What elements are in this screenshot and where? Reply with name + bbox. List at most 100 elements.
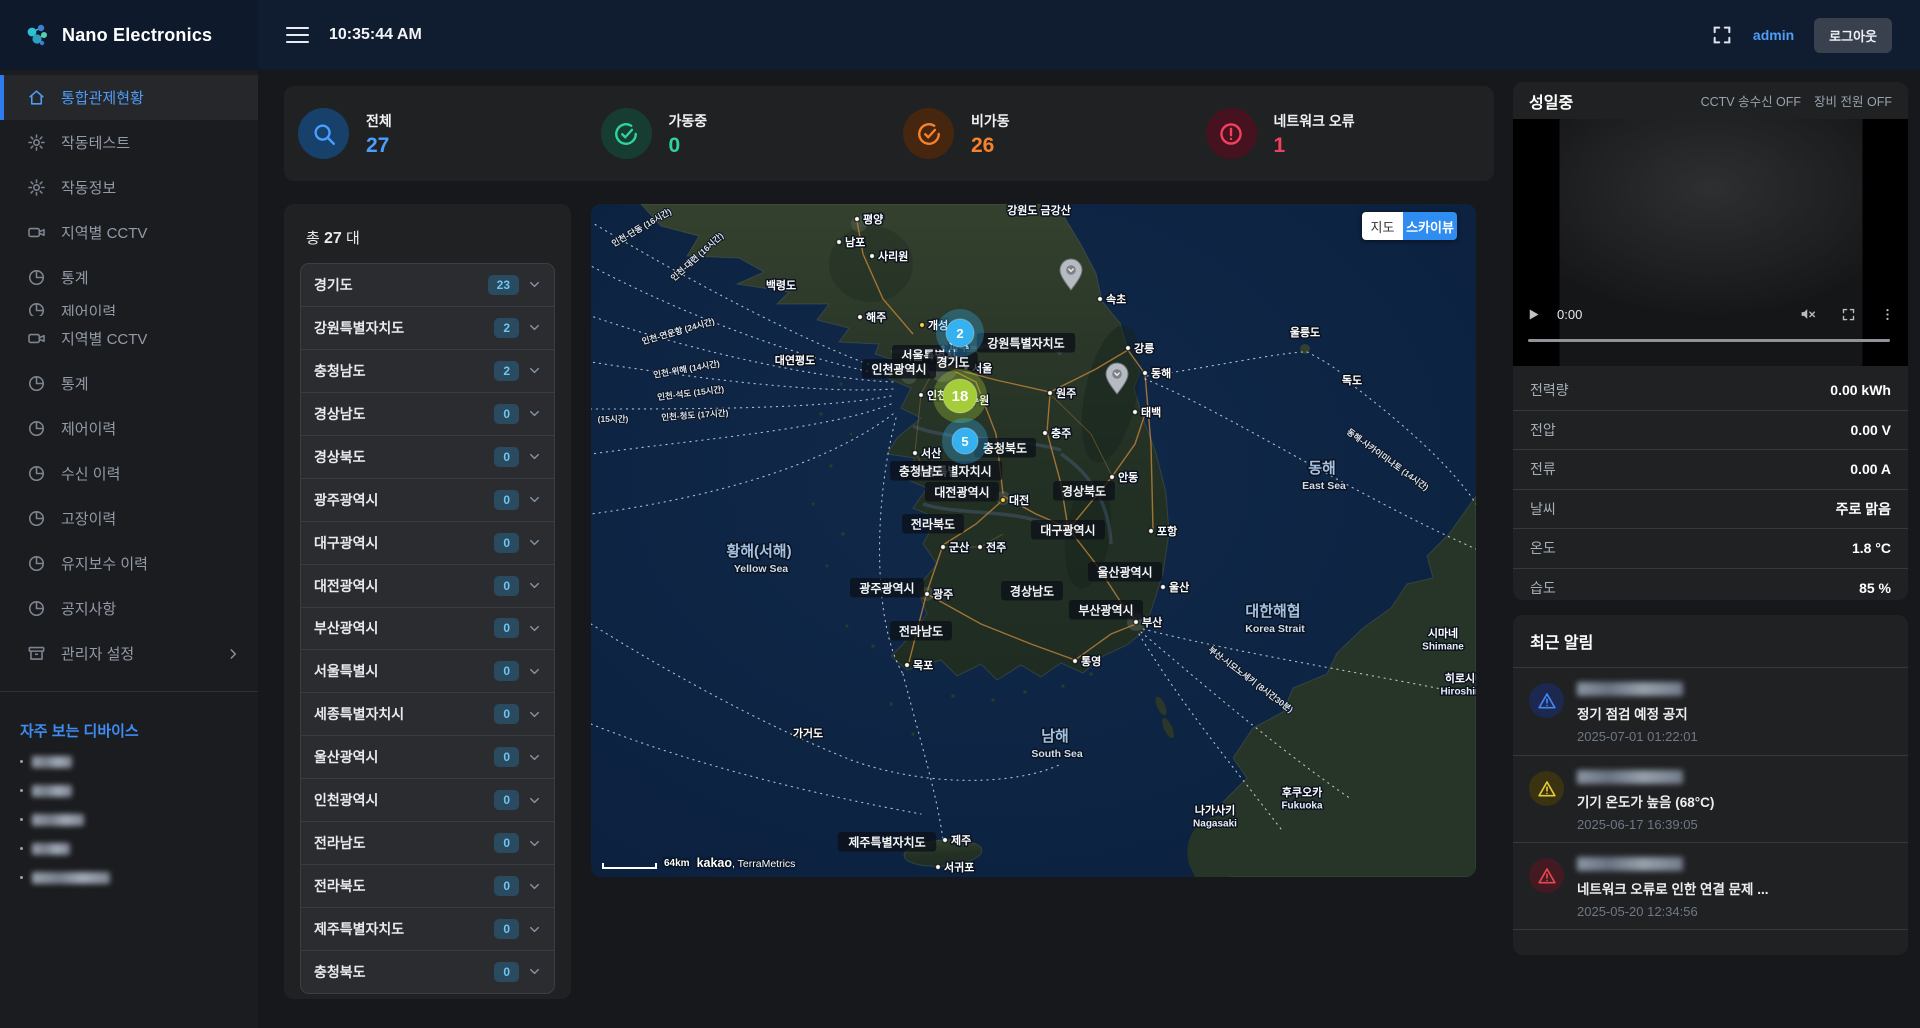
svg-text:충청남도: 충청남도 [899,464,943,479]
device-cluster-marker[interactable]: 5 [942,418,988,464]
device-cluster-marker[interactable]: 18 [933,369,987,423]
skyview-button[interactable]: 스카이뷰 [1403,212,1457,240]
chevron-down-icon [528,708,541,721]
city-label: 군산 [949,540,969,554]
username[interactable]: admin [1753,27,1794,43]
city-label: 사리원 [878,249,908,263]
city-dot [1160,584,1165,589]
map-view-button[interactable]: 지도 [1362,212,1403,240]
sidebar-item[interactable]: 통계 [0,255,258,300]
fullscreen-icon[interactable] [1711,24,1733,46]
svg-text:인천광역시: 인천광역시 [871,362,926,377]
region-row[interactable]: 대전광역시 0 [301,564,554,607]
region-name: 전라북도 [314,876,485,896]
sidebar-item-label: 관리자 설정 [61,643,211,664]
play-icon[interactable] [1526,307,1541,322]
sidebar-item[interactable]: 제어이력 [0,406,258,451]
sidebar-item[interactable]: 작동정보 [0,165,258,210]
region-row[interactable]: 강원특별자치도 2 [301,306,554,349]
region-row[interactable]: 울산광역시 0 [301,735,554,778]
video-player[interactable]: 0:00 [1513,119,1908,366]
notification-item[interactable]: 기기 온도가 높음 (68°C) 2025-06-17 16:39:05 [1513,755,1908,842]
region-row[interactable]: 전라남도 0 [301,821,554,864]
region-row[interactable]: 광주광역시 0 [301,478,554,521]
sidebar-item[interactable]: 수신 이력 [0,451,258,496]
metric-row: 전력량 0.00 kWh [1513,371,1908,410]
sidebar-item[interactable]: 유지보수 이력 [0,541,258,586]
metric-label: 전력량 [1530,380,1830,400]
metric-row: 전류 0.00 A [1513,449,1908,489]
region-row[interactable]: 세종특별자치시 0 [301,692,554,735]
chevron-down-icon [528,880,541,893]
region-row[interactable]: 전라북도 0 [301,864,554,907]
sidebar-item-label: 지역별 CCTV [61,328,240,349]
region-row[interactable]: 경상남도 0 [301,392,554,435]
svg-text:경상남도: 경상남도 [1010,584,1054,599]
region-row[interactable]: 충청남도 2 [301,349,554,392]
region-row[interactable]: 제주특별자치도 0 [301,907,554,950]
korea-map[interactable]: 황해(서해)Yellow Sea동해East Sea남해South Sea대한해… [591,204,1476,877]
sidebar-item[interactable]: 관리자 설정 [0,631,258,676]
region-count-badge: 0 [494,576,519,596]
brand-logo[interactable]: Nano Electronics [0,0,258,70]
sidebar-item-icon [27,599,46,618]
region-row[interactable]: 인천광역시 0 [301,778,554,821]
chevron-down-icon [528,450,541,463]
region-total: 총 27 대 [306,227,555,248]
region-count-badge: 0 [494,404,519,424]
video-menu-icon[interactable] [1880,307,1895,322]
region-row[interactable]: 부산광역시 0 [301,607,554,650]
region-row[interactable]: 충청북도 0 [301,950,554,993]
city-dot [836,239,841,244]
city-dot [1109,474,1114,479]
province-label: 대구광역시 [1031,520,1105,540]
satellite-map[interactable]: 황해(서해)Yellow Sea동해East Sea남해South Sea대한해… [591,204,1476,877]
metric-row: 전압 0.00 V [1513,410,1908,450]
video-fullscreen-icon[interactable] [1841,307,1856,322]
notification-message: 정기 점검 예정 공지 [1577,703,1892,723]
video-progress-bar[interactable] [1528,339,1890,343]
notification-message: 네트워크 오류로 인한 연결 문제 ... [1577,878,1892,898]
favorite-device-item[interactable] [0,834,258,863]
sidebar-item[interactable]: 제어이력 [0,300,258,316]
region-name: 울산광역시 [314,747,485,767]
sidebar-item-label: 통계 [61,373,240,394]
svg-text:충청북도: 충청북도 [983,441,1027,456]
city-label: 서귀포 [944,860,974,874]
notification-item[interactable]: 네트워크 오류로 인한 연결 문제 ... 2025-05-20 12:34:5… [1513,842,1908,929]
region-count-badge: 0 [494,447,519,467]
province-label: 인천광역시 [862,359,936,379]
favorite-device-item[interactable] [0,805,258,834]
mute-icon[interactable] [1799,305,1817,323]
stat-item: 가동중 0 [587,108,890,159]
bullet-icon [20,789,23,792]
sidebar-item[interactable]: 작동테스트 [0,120,258,165]
region-name: 대전광역시 [314,576,485,596]
sidebar-item[interactable]: 지역별 CCTV [0,316,258,361]
region-name: 광주광역시 [314,490,485,510]
region-row[interactable]: 대구광역시 0 [301,521,554,564]
region-count-badge: 23 [488,275,519,295]
city-dot [977,544,982,549]
logout-button[interactable]: 로그아웃 [1814,18,1892,53]
region-count-badge: 0 [494,618,519,638]
favorite-device-item[interactable] [0,747,258,776]
region-row[interactable]: 경상북도 0 [301,435,554,478]
sidebar-item[interactable]: 공지사항 [0,586,258,631]
sidebar-item[interactable]: 고장이력 [0,496,258,541]
city-dot [1148,528,1153,533]
sidebar-item-icon [27,419,46,438]
device-cluster-marker[interactable]: 2 [936,309,984,357]
stat-icon [613,121,639,147]
sidebar-item[interactable]: 통계 [0,361,258,406]
hamburger-menu-icon[interactable] [286,27,309,44]
city-dot [1132,409,1137,414]
sidebar-item[interactable]: 통합관제현황 [0,75,258,120]
favorite-device-item[interactable] [0,863,258,892]
favorite-device-item[interactable] [0,776,258,805]
region-row[interactable]: 경기도 23 [301,264,554,306]
sidebar-item[interactable]: 지역별 CCTV [0,210,258,255]
notification-item[interactable]: 정기 점검 예정 공지 2025-07-01 01:22:01 [1513,668,1908,755]
sidebar-item-icon [27,133,46,152]
region-row[interactable]: 서울특별시 0 [301,649,554,692]
